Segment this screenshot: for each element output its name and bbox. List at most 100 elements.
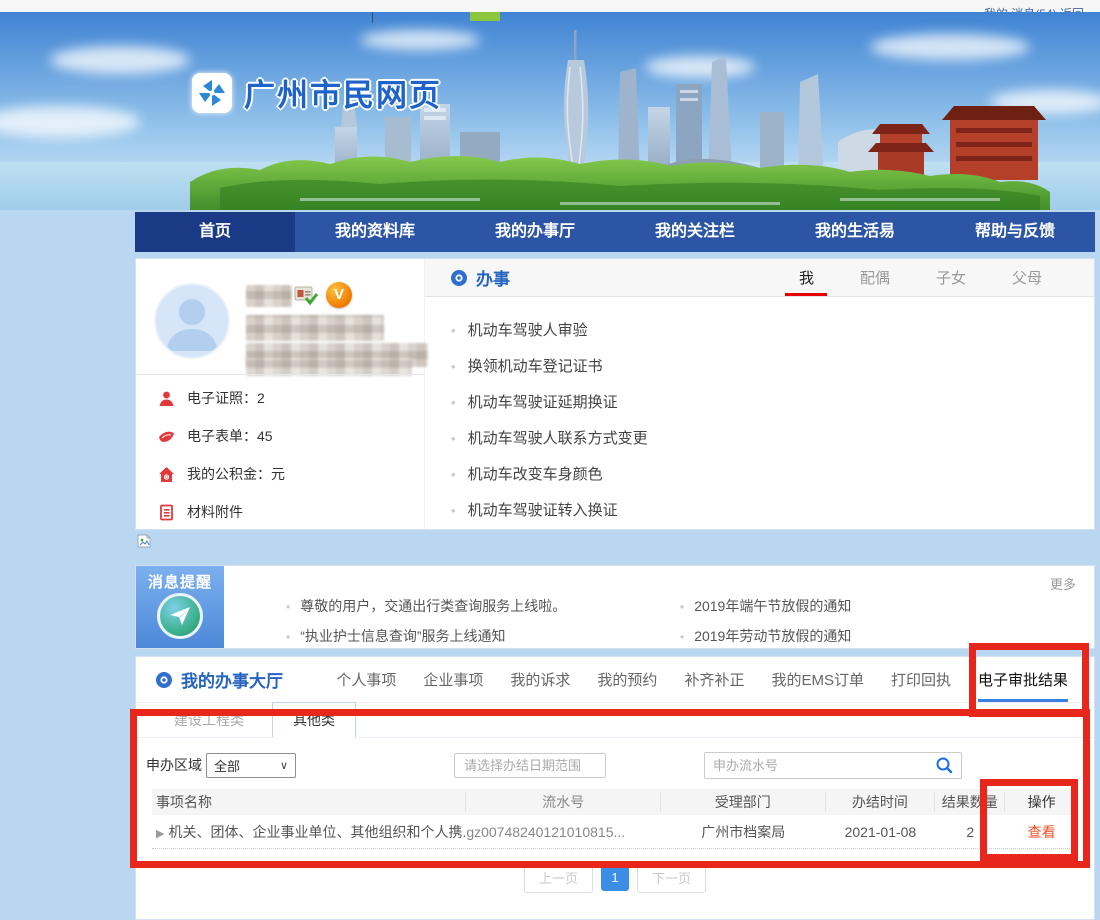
banner-artifact-line — [372, 12, 373, 23]
search-icon[interactable] — [935, 756, 953, 774]
tab-electronic-approval-results[interactable]: 电子审批结果 — [978, 657, 1068, 702]
col-header-date: 办结时间 — [826, 792, 936, 812]
filter-bar: 申办区域 全部 ∨ — [136, 751, 1094, 779]
area-select[interactable]: 全部 ∨ — [206, 753, 296, 778]
certificate-badge-icon — [294, 285, 318, 312]
paper-plane-icon — [157, 593, 203, 639]
bullet-dot: • — [451, 359, 456, 374]
stat-electronic-certificates[interactable]: 电子证照：2 — [136, 381, 424, 415]
view-link[interactable]: 查看 — [1028, 824, 1056, 840]
service-link[interactable]: •机动车改变车身颜色 — [451, 457, 1094, 493]
col-header-count: 结果数量 — [935, 792, 1005, 812]
browser-top-strip: ▪ 我的 消息(54) 返回 — [0, 0, 1100, 12]
col-header-serial: 流水号 — [466, 792, 661, 812]
tab-parents[interactable]: 父母 — [1012, 259, 1042, 296]
site-banner: 广州市民网页 — [0, 12, 1100, 210]
nav-item-home[interactable]: 首页 — [135, 212, 295, 252]
bullet-target-icon — [451, 270, 467, 286]
cell-result-count: 2 — [935, 824, 1005, 840]
svg-text:0: 0 — [165, 475, 168, 481]
tab-supplement-correction[interactable]: 补齐补正 — [684, 657, 744, 702]
tab-print-receipt[interactable]: 打印回执 — [891, 657, 951, 702]
bullet-dot: • — [451, 395, 456, 410]
message-link[interactable]: •尊敬的用户，交通出行类查询服务上线啦。 — [286, 596, 680, 616]
tab-enterprise-matters[interactable]: 企业事项 — [423, 657, 483, 702]
bullet-dot: • — [286, 600, 290, 614]
table-header-row: 事项名称 流水号 受理部门 办结时间 结果数量 操作 — [152, 789, 1078, 815]
category-subtabs: 建设工程类 其他类 — [136, 703, 1094, 738]
tab-ems-orders[interactable]: 我的EMS订单 — [771, 657, 864, 702]
tab-personal-matters[interactable]: 个人事项 — [336, 657, 396, 702]
tab-my-appeals[interactable]: 我的诉求 — [510, 657, 570, 702]
area-filter-label: 申办区域 — [146, 755, 202, 775]
bullet-dot: • — [451, 323, 456, 338]
tab-children[interactable]: 子女 — [936, 259, 966, 296]
table-row: ▶机关、团体、企业事业单位、其他组织和个人携... gz007482401210… — [152, 815, 1078, 849]
user-avatar[interactable] — [154, 283, 230, 359]
current-page-button[interactable]: 1 — [601, 865, 629, 891]
nav-item-follow[interactable]: 我的关注栏 — [615, 212, 775, 252]
broken-image-icon — [137, 534, 151, 548]
message-list: •尊敬的用户，交通出行类查询服务上线啦。 •2019年端午节放假的通知 •“执业… — [286, 596, 1074, 646]
prev-page-button[interactable]: 上一页 — [524, 862, 593, 893]
nav-item-library[interactable]: 我的资料库 — [295, 212, 455, 252]
serial-number-input[interactable] — [713, 758, 935, 773]
top-right-clipped-text[interactable]: ▪ 我的 消息(54) 返回 — [976, 5, 1084, 12]
message-link[interactable]: •2019年端午节放假的通知 — [680, 596, 1074, 616]
bullet-dot: • — [451, 467, 456, 482]
service-hall-card: 我的办事大厅 个人事项 企业事项 我的诉求 我的预约 补齐补正 我的EMS订单 … — [135, 656, 1095, 920]
col-header-dept: 受理部门 — [661, 792, 826, 812]
stat-housing-fund[interactable]: 0 我的公积金：元 — [136, 457, 424, 491]
message-reminder-card: 消息提醒 更多 •尊敬的用户，交通出行类查询服务上线啦。 •2019年端午节放假… — [135, 565, 1095, 649]
banshi-relation-tabs: 我 配偶 子女 父母 — [799, 259, 1042, 296]
expand-arrow-icon[interactable]: ▶ — [156, 828, 164, 840]
bullet-dot: • — [680, 630, 684, 644]
tab-my-reservations[interactable]: 我的预约 — [597, 657, 657, 702]
subtab-other[interactable]: 其他类 — [272, 702, 356, 738]
serial-search-box — [704, 752, 962, 779]
service-link[interactable]: •机动车驾驶人审验 — [451, 313, 1094, 349]
redacted-id-line — [246, 315, 384, 341]
message-link[interactable]: •2019年劳动节放假的通知 — [680, 626, 1074, 646]
nav-item-service-hall[interactable]: 我的办事厅 — [455, 212, 615, 252]
stat-electronic-forms[interactable]: 电子表单：45 — [136, 419, 424, 453]
message-list-area: 更多 •尊敬的用户，交通出行类查询服务上线啦。 •2019年端午节放假的通知 •… — [224, 566, 1094, 648]
subtab-construction[interactable]: 建设工程类 — [160, 703, 258, 737]
user-profile-panel: V 电子证照：2 电子表单：45 0 — [136, 259, 425, 529]
hall-title: 我的办事大厅 — [181, 667, 283, 692]
results-table: 事项名称 流水号 受理部门 办结时间 结果数量 操作 ▶机关、团体、企业事业单位… — [152, 789, 1078, 849]
banshi-panel: 办事 我 配偶 子女 父母 •机动车驾驶人审验 •换领机动车登记证书 •机动车驾… — [425, 259, 1094, 529]
hall-tabs: 个人事项 企业事项 我的诉求 我的预约 补齐补正 我的EMS订单 打印回执 电子… — [309, 657, 1074, 702]
bullet-dot: • — [680, 600, 684, 614]
more-link[interactable]: 更多 — [1050, 574, 1076, 593]
bullet-dot: • — [286, 630, 290, 644]
next-page-button[interactable]: 下一页 — [637, 862, 706, 893]
tab-spouse[interactable]: 配偶 — [860, 259, 890, 296]
bullet-target-icon — [156, 672, 172, 688]
nav-item-life[interactable]: 我的生活易 — [775, 212, 935, 252]
main-nav: 首页 我的资料库 我的办事厅 我的关注栏 我的生活易 帮助与反馈 — [135, 212, 1095, 252]
banshi-title: 办事 — [476, 265, 510, 290]
pinwheel-logo-icon — [192, 73, 232, 113]
form-sheet-icon — [158, 428, 175, 445]
house-icon: 0 — [158, 466, 175, 483]
hall-header: 我的办事大厅 个人事项 企业事项 我的诉求 我的预约 补齐补正 我的EMS订单 … — [136, 657, 1094, 703]
site-logo: 广州市民网页 — [192, 70, 442, 115]
tab-me[interactable]: 我 — [799, 259, 814, 296]
nav-item-help[interactable]: 帮助与反馈 — [935, 212, 1095, 252]
cell-finish-date: 2021-01-08 — [826, 824, 936, 840]
service-link[interactable]: •机动车驾驶人联系方式变更 — [451, 421, 1094, 457]
col-header-action: 操作 — [1005, 792, 1078, 812]
service-link[interactable]: •机动车驾驶证延期换证 — [451, 385, 1094, 421]
cell-serial: gz00748240121010815... — [466, 824, 661, 840]
date-range-input[interactable] — [454, 753, 606, 778]
stat-material-attachments[interactable]: 材料附件 — [136, 495, 424, 529]
bullet-dot: • — [451, 431, 456, 446]
service-link[interactable]: •换领机动车登记证书 — [451, 349, 1094, 385]
service-link[interactable]: •机动车驾驶证转入换证 — [451, 493, 1094, 529]
banshi-service-list: •机动车驾驶人审验 •换领机动车登记证书 •机动车驾驶证延期换证 •机动车驾驶人… — [425, 297, 1094, 529]
cell-item-name[interactable]: ▶机关、团体、企业事业单位、其他组织和个人携... — [152, 822, 466, 842]
site-title: 广州市民网页 — [244, 70, 442, 115]
col-header-name: 事项名称 — [152, 792, 466, 812]
message-link[interactable]: •“执业护士信息查询”服务上线通知 — [286, 626, 680, 646]
